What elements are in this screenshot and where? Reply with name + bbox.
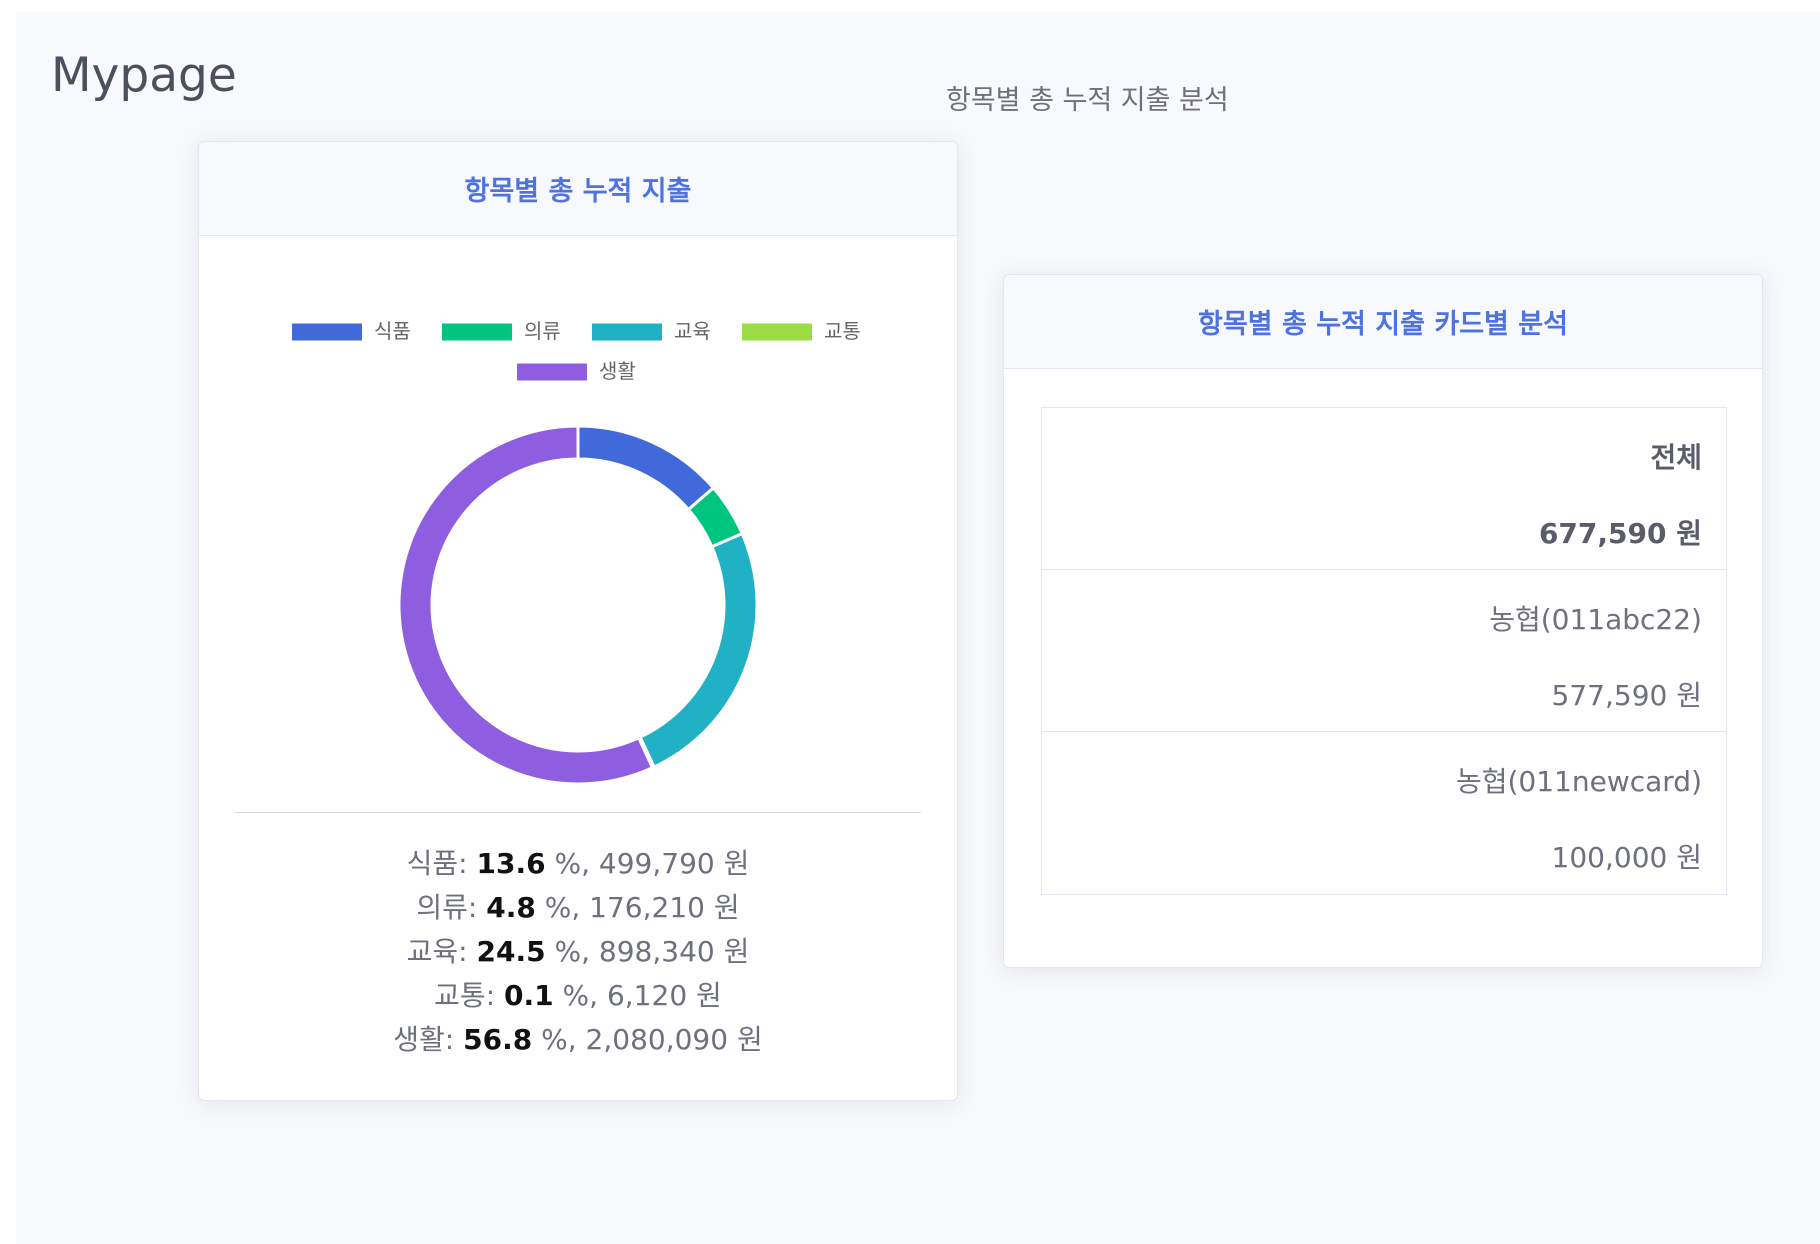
summary-separator: :: [485, 979, 505, 1012]
summary-separator: :: [444, 1023, 464, 1056]
table-row: 농협(011newcard) 100,000 원: [1042, 732, 1726, 894]
summary-separator: :: [467, 891, 487, 924]
summary-percent-suffix: %,: [532, 1023, 586, 1056]
doughnut-chart: 식품 의류 교육 교통생활: [292, 319, 861, 786]
summary-label: 의류: [416, 891, 468, 924]
summary-currency: 원: [728, 1023, 763, 1056]
card-spending-card: 항목별 총 누적 지출 카드별 분석 전체 677,590 원 농협(011ab…: [1003, 274, 1763, 968]
summary-percent: 0.1: [504, 979, 554, 1012]
summary-percent: 56.8: [463, 1023, 533, 1056]
page-title: Mypage: [51, 48, 237, 103]
category-summary-list: 식품: 13.6 %, 499,790 원 의류: 4.8 %, 176,210…: [199, 842, 957, 1062]
summary-currency: 원: [704, 891, 740, 924]
summary-amount: 499,790: [598, 847, 715, 880]
summary-row: 의류: 4.8 %, 176,210 원: [199, 886, 957, 930]
summary-label: 생활: [393, 1023, 445, 1056]
row-amount: 677,590 원: [1538, 517, 1702, 550]
summary-amount: 898,340: [598, 935, 715, 968]
table-row-total: 전체 677,590 원: [1042, 408, 1726, 570]
legend-label[interactable]: 교육: [674, 319, 711, 343]
legend-swatch[interactable]: [292, 323, 362, 341]
row-label: 농협(011abc22): [1489, 603, 1702, 636]
summary-percent-suffix: %,: [553, 979, 607, 1012]
summary-percent: 13.6: [476, 847, 546, 880]
summary-amount: 176,210: [589, 891, 705, 924]
summary-percent-suffix: %,: [545, 847, 599, 880]
legend-label[interactable]: 식품: [374, 319, 411, 343]
card-header: 항목별 총 누적 지출 카드별 분석: [1004, 275, 1762, 369]
row-amount: 100,000 원: [1551, 841, 1702, 874]
chart-divider: [235, 812, 921, 813]
summary-separator: :: [458, 935, 477, 968]
summary-label: 교육: [406, 935, 459, 968]
summary-amount: 6,120: [606, 979, 688, 1012]
table-row: 농협(011abc22) 577,590 원: [1042, 570, 1726, 732]
summary-row: 교육: 24.5 %, 898,340 원: [199, 930, 957, 974]
chart-legend: 식품 의류 교육 교통생활: [292, 319, 861, 383]
summary-percent-suffix: %,: [545, 935, 599, 968]
summary-separator: :: [458, 847, 477, 880]
chart-slices: [397, 424, 759, 786]
summary-currency: 원: [714, 847, 750, 880]
doughnut-slice[interactable]: [397, 424, 655, 786]
legend-label[interactable]: 교통: [824, 319, 861, 343]
doughnut-slice[interactable]: [576, 424, 716, 512]
category-spending-card: 항목별 총 누적 지출 식품 의류 교육 교통 생활 식품: 13.6 %, 499,7…: [198, 141, 958, 1101]
legend-swatch[interactable]: [517, 363, 587, 381]
summary-currency: 원: [687, 979, 722, 1012]
legend-label[interactable]: 의류: [524, 319, 561, 343]
legend-swatch[interactable]: [592, 323, 662, 341]
summary-percent: 4.8: [486, 891, 536, 924]
legend-label[interactable]: 생활: [599, 359, 636, 383]
card-header: 항목별 총 누적 지출: [199, 142, 957, 236]
summary-row: 생활: 56.8 %, 2,080,090 원: [199, 1018, 957, 1062]
summary-currency: 원: [714, 935, 750, 968]
doughnut-slice[interactable]: [638, 531, 759, 770]
summary-label: 교통: [434, 979, 486, 1012]
legend-swatch[interactable]: [442, 323, 512, 341]
row-label: 농협(011newcard): [1455, 765, 1702, 798]
legend-swatch[interactable]: [742, 323, 812, 341]
summary-row: 식품: 13.6 %, 499,790 원: [199, 842, 957, 886]
summary-label: 식품: [406, 847, 459, 880]
summary-amount: 2,080,090: [585, 1023, 729, 1056]
summary-row: 교통: 0.1 %, 6,120 원: [199, 974, 957, 1018]
page-subtitle: 항목별 총 누적 지출 분석: [946, 85, 1229, 116]
row-label: 전체: [1650, 441, 1702, 474]
summary-percent: 24.5: [476, 935, 546, 968]
summary-percent-suffix: %,: [535, 891, 590, 924]
row-amount: 577,590 원: [1551, 679, 1702, 712]
card-spending-table: 전체 677,590 원 농협(011abc22) 577,590 원 농협(0…: [1041, 407, 1727, 895]
